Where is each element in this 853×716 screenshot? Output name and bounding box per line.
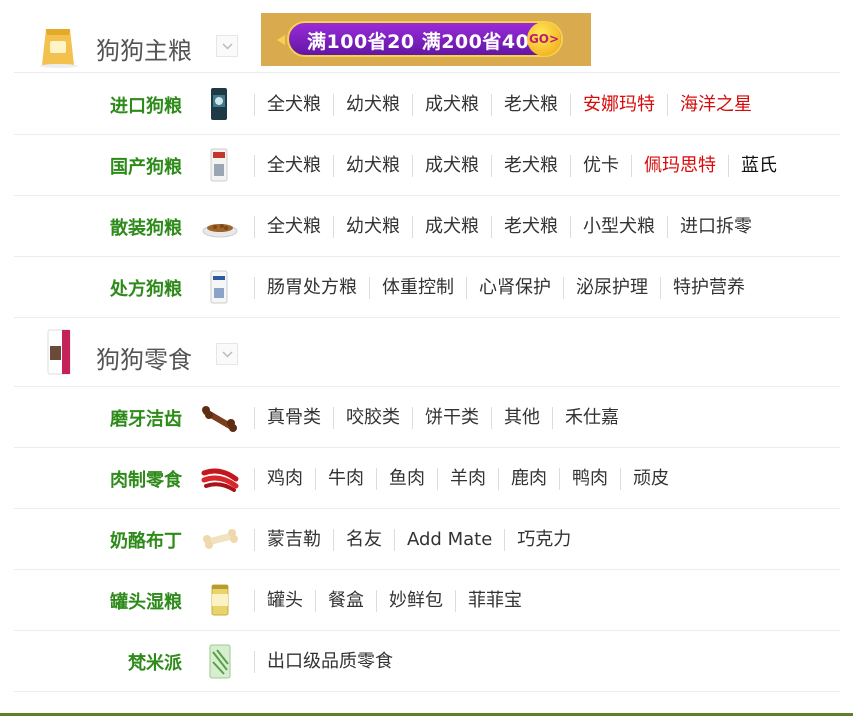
snack-pack-icon	[209, 644, 231, 679]
subcategory-link[interactable]: 小型犬粮	[570, 216, 667, 238]
subcategory-link[interactable]: 羊肉	[437, 468, 498, 490]
meat-strips-icon	[201, 468, 239, 492]
subcategory-link[interactable]: 妙鲜包	[376, 590, 455, 612]
subcategory-link[interactable]: 鱼肉	[376, 468, 437, 490]
prescription-food-bag-icon	[210, 270, 228, 304]
subcategory-links: 全犬粮 幼犬粮 成犬粮 老犬粮 安娜玛特 海洋之星	[254, 91, 764, 119]
category-name[interactable]: 处方狗粮	[110, 275, 182, 301]
subcategory-links: 鸡肉 牛肉 鱼肉 羊肉 鹿肉 鸭肉 顽皮	[254, 465, 681, 493]
category-row-canned-food: 罐头湿粮 罐头 餐盒 妙鲜包 菲菲宝	[14, 570, 840, 631]
category-row-meat-snacks: 肉制零食 鸡肉 牛肉 鱼肉 羊肉 鹿肉 鸭肉 顽皮	[14, 448, 840, 509]
subcategory-link[interactable]: 餐盒	[315, 590, 376, 612]
brand-link[interactable]: 佩玛思特	[631, 155, 728, 177]
category-row-prescription-food: 处方狗粮 肠胃处方粮 体重控制 心肾保护 泌尿护理 特护营养	[14, 257, 840, 318]
subcategory-links: 肠胃处方粮 体重控制 心肾保护 泌尿护理 特护营养	[254, 274, 757, 302]
brand-link[interactable]: 蓝氏	[728, 155, 789, 177]
subcategory-link[interactable]: 成犬粮	[412, 155, 491, 177]
subcategory-link[interactable]: 全犬粮	[254, 155, 333, 177]
category-name[interactable]: 磨牙洁齿	[110, 405, 182, 431]
brand-link[interactable]: 海洋之星	[667, 94, 764, 116]
subcategory-links: 真骨类 咬胶类 饼干类 其他 禾仕嘉	[254, 404, 631, 432]
subcategory-link[interactable]: 罐头	[254, 590, 315, 612]
banner-go-icon[interactable]: GO>	[527, 22, 561, 56]
subcategory-link[interactable]: 老犬粮	[491, 94, 570, 116]
category-name[interactable]: 国产狗粮	[110, 153, 182, 179]
subcategory-link[interactable]: 成犬粮	[412, 216, 491, 238]
category-name[interactable]: 肉制零食	[110, 466, 182, 492]
subcategory-link[interactable]: 肠胃处方粮	[254, 277, 369, 299]
subcategory-link[interactable]: 出口级品质零食	[254, 651, 405, 673]
collapse-toggle-icon[interactable]	[216, 343, 238, 365]
subcategory-link[interactable]: 饼干类	[412, 407, 491, 429]
category-name[interactable]: 梵米派	[128, 649, 182, 675]
subcategory-link[interactable]: 幼犬粮	[333, 155, 412, 177]
subcategory-link[interactable]: 泌尿护理	[563, 277, 660, 299]
category-row-cheese-pudding: 奶酪布丁 蒙吉勒 名友 Add Mate 巧克力	[14, 509, 840, 570]
section-header-dog-snacks: 狗狗零食	[14, 318, 840, 387]
subcategory-link[interactable]: 成犬粮	[412, 94, 491, 116]
subcategory-link[interactable]: 鸭肉	[559, 468, 620, 490]
subcategory-link[interactable]: 咬胶类	[333, 407, 412, 429]
category-name[interactable]: 散装狗粮	[110, 214, 182, 240]
subcategory-links: 出口级品质零食	[254, 648, 405, 676]
imported-dog-food-bag-icon	[211, 88, 227, 120]
subcategory-link[interactable]: 菲菲宝	[455, 590, 534, 612]
subcategory-link[interactable]: 特护营养	[660, 277, 757, 299]
subcategory-link[interactable]: 老犬粮	[491, 155, 570, 177]
food-bowl-icon	[202, 224, 238, 238]
subcategory-link[interactable]: 全犬粮	[254, 94, 333, 116]
category-name[interactable]: 进口狗粮	[110, 92, 182, 118]
subcategory-link[interactable]: 老犬粮	[491, 216, 570, 238]
section-title: 狗狗零食	[96, 346, 192, 374]
dog-snack-pack-image	[47, 329, 71, 375]
dog-food-bag-image	[40, 29, 78, 68]
brand-link[interactable]: 安娜玛特	[570, 94, 667, 116]
category-row-bulk-food: 散装狗粮 全犬粮 幼犬粮 成犬粮 老犬粮 小型犬粮 进口拆零	[14, 196, 840, 257]
subcategory-link[interactable]: 心肾保护	[466, 277, 563, 299]
subcategory-link[interactable]: 幼犬粮	[333, 216, 412, 238]
section-title: 狗狗主粮	[96, 37, 192, 65]
subcategory-link[interactable]: 名友	[333, 529, 394, 551]
subcategory-link[interactable]: 顽皮	[620, 468, 681, 490]
subcategory-link[interactable]: 真骨类	[254, 407, 333, 429]
subcategory-link[interactable]: 牛肉	[315, 468, 376, 490]
subcategory-link[interactable]: 全犬粮	[254, 216, 333, 238]
category-row-imported-food: 进口狗粮 全犬粮 幼犬粮 成犬粮 老犬粮 安娜玛特 海洋之星	[14, 74, 840, 135]
subcategory-links: 罐头 餐盒 妙鲜包 菲菲宝	[254, 587, 534, 615]
category-row-domestic-food: 国产狗粮 全犬粮 幼犬粮 成犬粮 老犬粮 优卡 佩玛思特 蓝氏	[14, 135, 840, 196]
category-row-fanmipai: 梵米派 出口级品质零食	[14, 631, 840, 692]
cheese-bone-icon	[203, 529, 238, 549]
subcategory-link[interactable]: 进口拆零	[667, 216, 764, 238]
subcategory-link[interactable]: 体重控制	[369, 277, 466, 299]
banner-arrow-icon	[277, 35, 285, 45]
banner-text: 满100省20 满200省40	[307, 31, 530, 53]
subcategory-link[interactable]: 其他	[491, 407, 552, 429]
bone-chew-icon	[202, 406, 237, 432]
category-name[interactable]: 罐头湿粮	[110, 588, 182, 614]
subcategory-link[interactable]: 蒙吉勒	[254, 529, 333, 551]
subcategory-links: 全犬粮 幼犬粮 成犬粮 老犬粮 小型犬粮 进口拆零	[254, 213, 764, 241]
domestic-dog-food-bag-icon	[210, 148, 228, 182]
brand-link[interactable]: 优卡	[570, 155, 631, 177]
subcategory-link[interactable]: 幼犬粮	[333, 94, 412, 116]
subcategory-links: 全犬粮 幼犬粮 成犬粮 老犬粮 优卡 佩玛思特 蓝氏	[254, 152, 789, 180]
subcategory-link[interactable]: 鸡肉	[254, 468, 315, 490]
category-row-dental-chews: 磨牙洁齿 真骨类 咬胶类 饼干类 其他 禾仕嘉	[14, 387, 840, 448]
subcategory-link[interactable]: Add Mate	[394, 529, 504, 551]
food-can-icon	[211, 584, 229, 616]
subcategory-link[interactable]: 禾仕嘉	[552, 407, 631, 429]
category-name[interactable]: 奶酪布丁	[110, 527, 182, 553]
subcategory-link[interactable]: 鹿肉	[498, 468, 559, 490]
subcategory-links: 蒙吉勒 名友 Add Mate 巧克力	[254, 526, 583, 554]
collapse-toggle-icon[interactable]	[216, 35, 238, 57]
promo-banner[interactable]: 满100省20 满200省40 GO>	[261, 13, 591, 66]
subcategory-link[interactable]: 巧克力	[504, 529, 583, 551]
